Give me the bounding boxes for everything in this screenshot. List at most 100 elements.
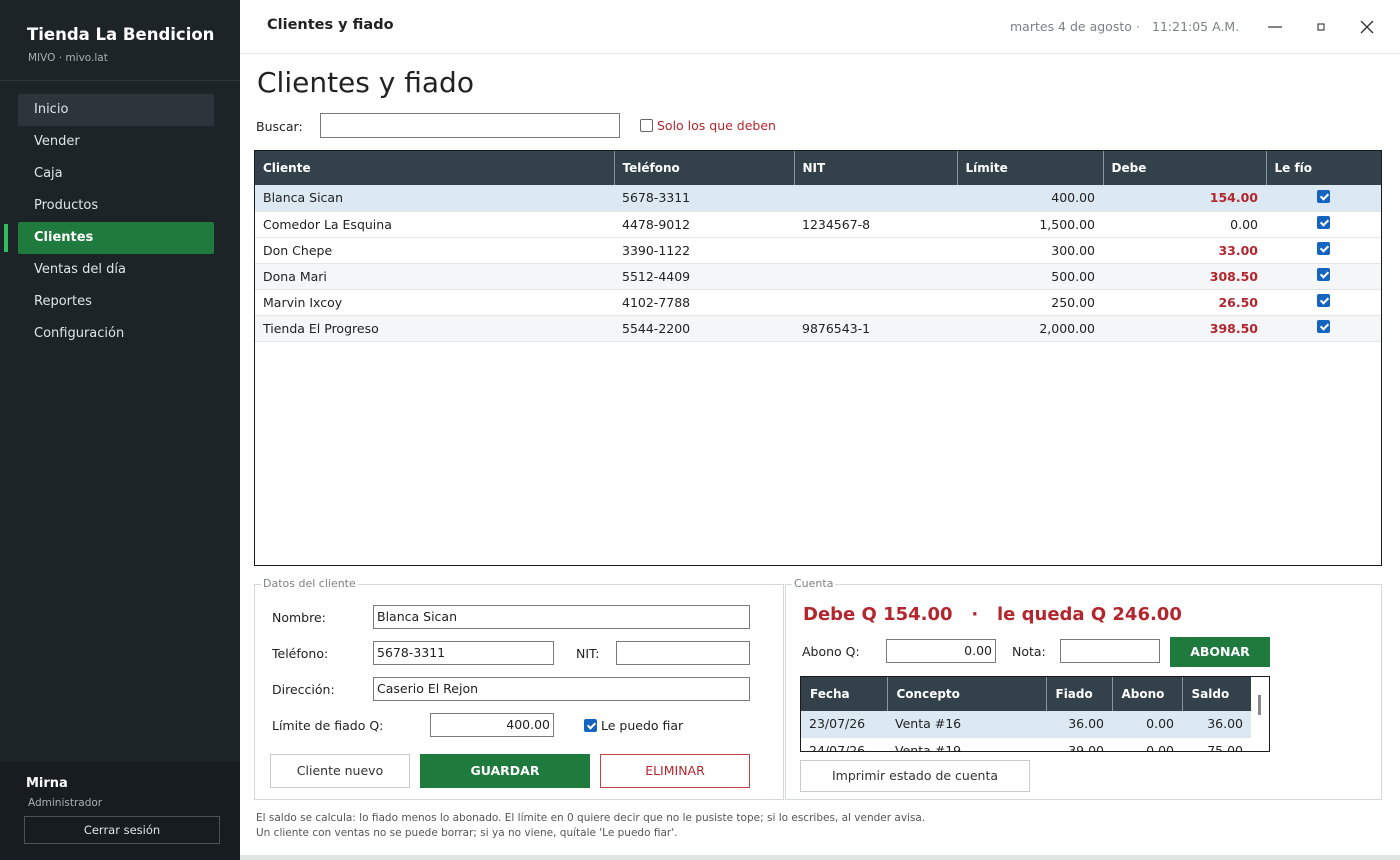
cell-limite: 500.00	[957, 263, 1103, 290]
delete-button[interactable]: ELIMINAR	[600, 754, 750, 788]
le-fio-checkbox[interactable]	[1317, 268, 1330, 281]
fiar-checkbox-box[interactable]	[584, 719, 597, 732]
filter-checkbox-label: Solo los que deben	[657, 118, 776, 133]
sidebar-item-productos[interactable]: Productos	[18, 190, 214, 222]
col-header-nit[interactable]: NIT	[794, 151, 958, 185]
sidebar-item-configuracion[interactable]: Configuración	[18, 318, 214, 350]
filter-debtors-checkbox[interactable]: Solo los que deben	[640, 118, 776, 133]
sidebar-item-inicio[interactable]: Inicio	[18, 94, 214, 126]
col-header-abono[interactable]: Abono	[1112, 677, 1183, 711]
table-row[interactable]: 23/07/26 Venta #16 36.00 0.00 36.00	[801, 711, 1251, 738]
sidebar-item-reportes[interactable]: Reportes	[18, 286, 214, 318]
brand-title: Tienda La Bendicion	[27, 25, 215, 44]
cell-nit	[794, 185, 957, 212]
cell-limite: 1,500.00	[957, 211, 1103, 238]
print-statement-button[interactable]: Imprimir estado de cuenta	[800, 760, 1030, 792]
bottom-strip	[240, 855, 1400, 860]
user-name: Mirna	[26, 776, 68, 791]
cell-fiado: 39.00	[1046, 737, 1112, 751]
cell-fecha: 23/07/26	[801, 711, 887, 738]
table-row[interactable]: Marvin Ixcoy 4102-7788 250.00 26.50	[255, 289, 1381, 316]
col-header-concepto[interactable]: Concepto	[887, 677, 1047, 711]
cell-le-fio[interactable]	[1266, 315, 1381, 342]
header-title: Clientes y fiado	[267, 17, 394, 33]
sidebar-item-clientes[interactable]: Clientes	[4, 222, 214, 254]
table-row[interactable]: Comedor La Esquina 4478-9012 1234567-8 1…	[255, 211, 1381, 238]
le-fio-checkbox[interactable]	[1317, 242, 1330, 255]
table-row[interactable]: Don Chepe 3390-1122 300.00 33.00	[255, 237, 1381, 264]
filter-checkbox-box[interactable]	[640, 119, 653, 132]
clients-table[interactable]: Cliente Teléfono NIT Límite Debe Le fío …	[254, 150, 1382, 566]
le-fio-checkbox[interactable]	[1317, 216, 1330, 229]
abono-label: Abono Q:	[802, 644, 860, 659]
col-header-fecha[interactable]: Fecha	[801, 677, 888, 711]
abonar-button[interactable]: ABONAR	[1170, 637, 1270, 667]
table-row[interactable]: Tienda El Progreso 5544-2200 9876543-1 2…	[255, 315, 1381, 342]
cell-le-fio[interactable]	[1266, 237, 1381, 264]
cell-nit: 9876543-1	[794, 315, 957, 342]
search-input[interactable]	[320, 113, 620, 138]
save-button[interactable]: GUARDAR	[420, 754, 590, 788]
cell-debe: 308.50	[1103, 263, 1266, 290]
le-fio-checkbox[interactable]	[1317, 189, 1330, 203]
telefono-label: Teléfono:	[272, 646, 329, 661]
cell-le-fio[interactable]	[1266, 211, 1381, 238]
nit-label: NIT:	[576, 646, 600, 661]
col-header-fiado[interactable]: Fiado	[1046, 677, 1113, 711]
col-header-saldo[interactable]: Saldo	[1182, 677, 1251, 711]
cell-cliente: Blanca Sican	[255, 185, 614, 212]
header-date: martes 4 de agosto	[1010, 19, 1132, 34]
cell-le-fio[interactable]	[1266, 263, 1381, 290]
cell-le-fio[interactable]	[1266, 289, 1381, 316]
header-bar: Clientes y fiado martes 4 de agosto · 11…	[240, 0, 1400, 54]
brand-divider	[0, 80, 240, 81]
col-header-telefono[interactable]: Teléfono	[614, 151, 795, 185]
le-fio-checkbox[interactable]	[1317, 294, 1330, 307]
maximize-icon[interactable]	[1308, 14, 1334, 40]
cell-limite: 250.00	[957, 289, 1103, 316]
col-header-cliente[interactable]: Cliente	[255, 151, 615, 185]
account-table-scrollbar[interactable]	[1258, 695, 1261, 715]
brand-subtitle: MIVO · mivo.lat	[28, 52, 108, 64]
nota-label: Nota:	[1012, 644, 1046, 659]
cell-fecha: 24/07/26	[801, 737, 887, 751]
abono-field[interactable]: 0.00	[886, 639, 996, 663]
direccion-field[interactable]: Caserio El Rejon	[373, 677, 750, 701]
cell-limite: 400.00	[957, 185, 1103, 212]
table-row[interactable]: Blanca Sican 5678-3311 400.00 154.00	[255, 185, 1381, 212]
cell-cliente: Tienda El Progreso	[255, 315, 614, 342]
cell-telefono: 3390-1122	[614, 237, 794, 264]
sidebar-item-ventas-del-dia[interactable]: Ventas del día	[18, 254, 214, 286]
cell-le-fio[interactable]	[1266, 185, 1381, 212]
fiar-checkbox-label: Le puedo fiar	[601, 718, 684, 733]
col-header-debe[interactable]: Debe	[1103, 151, 1267, 185]
table-row[interactable]: Dona Mari 5512-4409 500.00 308.50	[255, 263, 1381, 290]
cell-debe: 26.50	[1103, 289, 1266, 316]
minimize-icon[interactable]	[1262, 14, 1288, 40]
telefono-field[interactable]: 5678-3311	[373, 641, 554, 665]
nota-field[interactable]	[1060, 639, 1160, 663]
limite-field[interactable]: 400.00	[430, 713, 554, 737]
nombre-field[interactable]: Blanca Sican	[373, 605, 750, 629]
col-header-le-fio[interactable]: Le fío	[1266, 151, 1381, 185]
cell-nit	[794, 289, 957, 316]
new-client-button[interactable]: Cliente nuevo	[270, 754, 410, 788]
account-history-table[interactable]: Fecha Concepto Fiado Abono Saldo 23/07/2…	[800, 676, 1270, 752]
sidebar-item-vender[interactable]: Vender	[18, 126, 214, 158]
header-clock: 11:21:05 A.M.	[1152, 19, 1240, 34]
cell-saldo: 75.00	[1182, 737, 1251, 751]
col-header-limite[interactable]: Límite	[957, 151, 1104, 185]
logout-button[interactable]: Cerrar sesión	[24, 816, 220, 844]
search-label: Buscar:	[256, 119, 303, 134]
user-area: Mirna Administrador Cerrar sesión	[0, 762, 240, 860]
sidebar-item-caja[interactable]: Caja	[18, 158, 214, 190]
fiar-checkbox[interactable]: Le puedo fiar	[584, 718, 683, 733]
footnote-line-1: El saldo se calcula: lo fiado menos lo a…	[256, 812, 926, 824]
close-icon[interactable]	[1354, 14, 1380, 40]
cell-cliente: Don Chepe	[255, 237, 614, 264]
nit-field[interactable]	[616, 641, 750, 665]
header-separator: ·	[1136, 19, 1140, 34]
table-row[interactable]: 24/07/26 Venta #19 39.00 0.00 75.00	[801, 737, 1251, 751]
client-data-legend: Datos del cliente	[261, 577, 358, 590]
le-fio-checkbox[interactable]	[1317, 320, 1330, 333]
